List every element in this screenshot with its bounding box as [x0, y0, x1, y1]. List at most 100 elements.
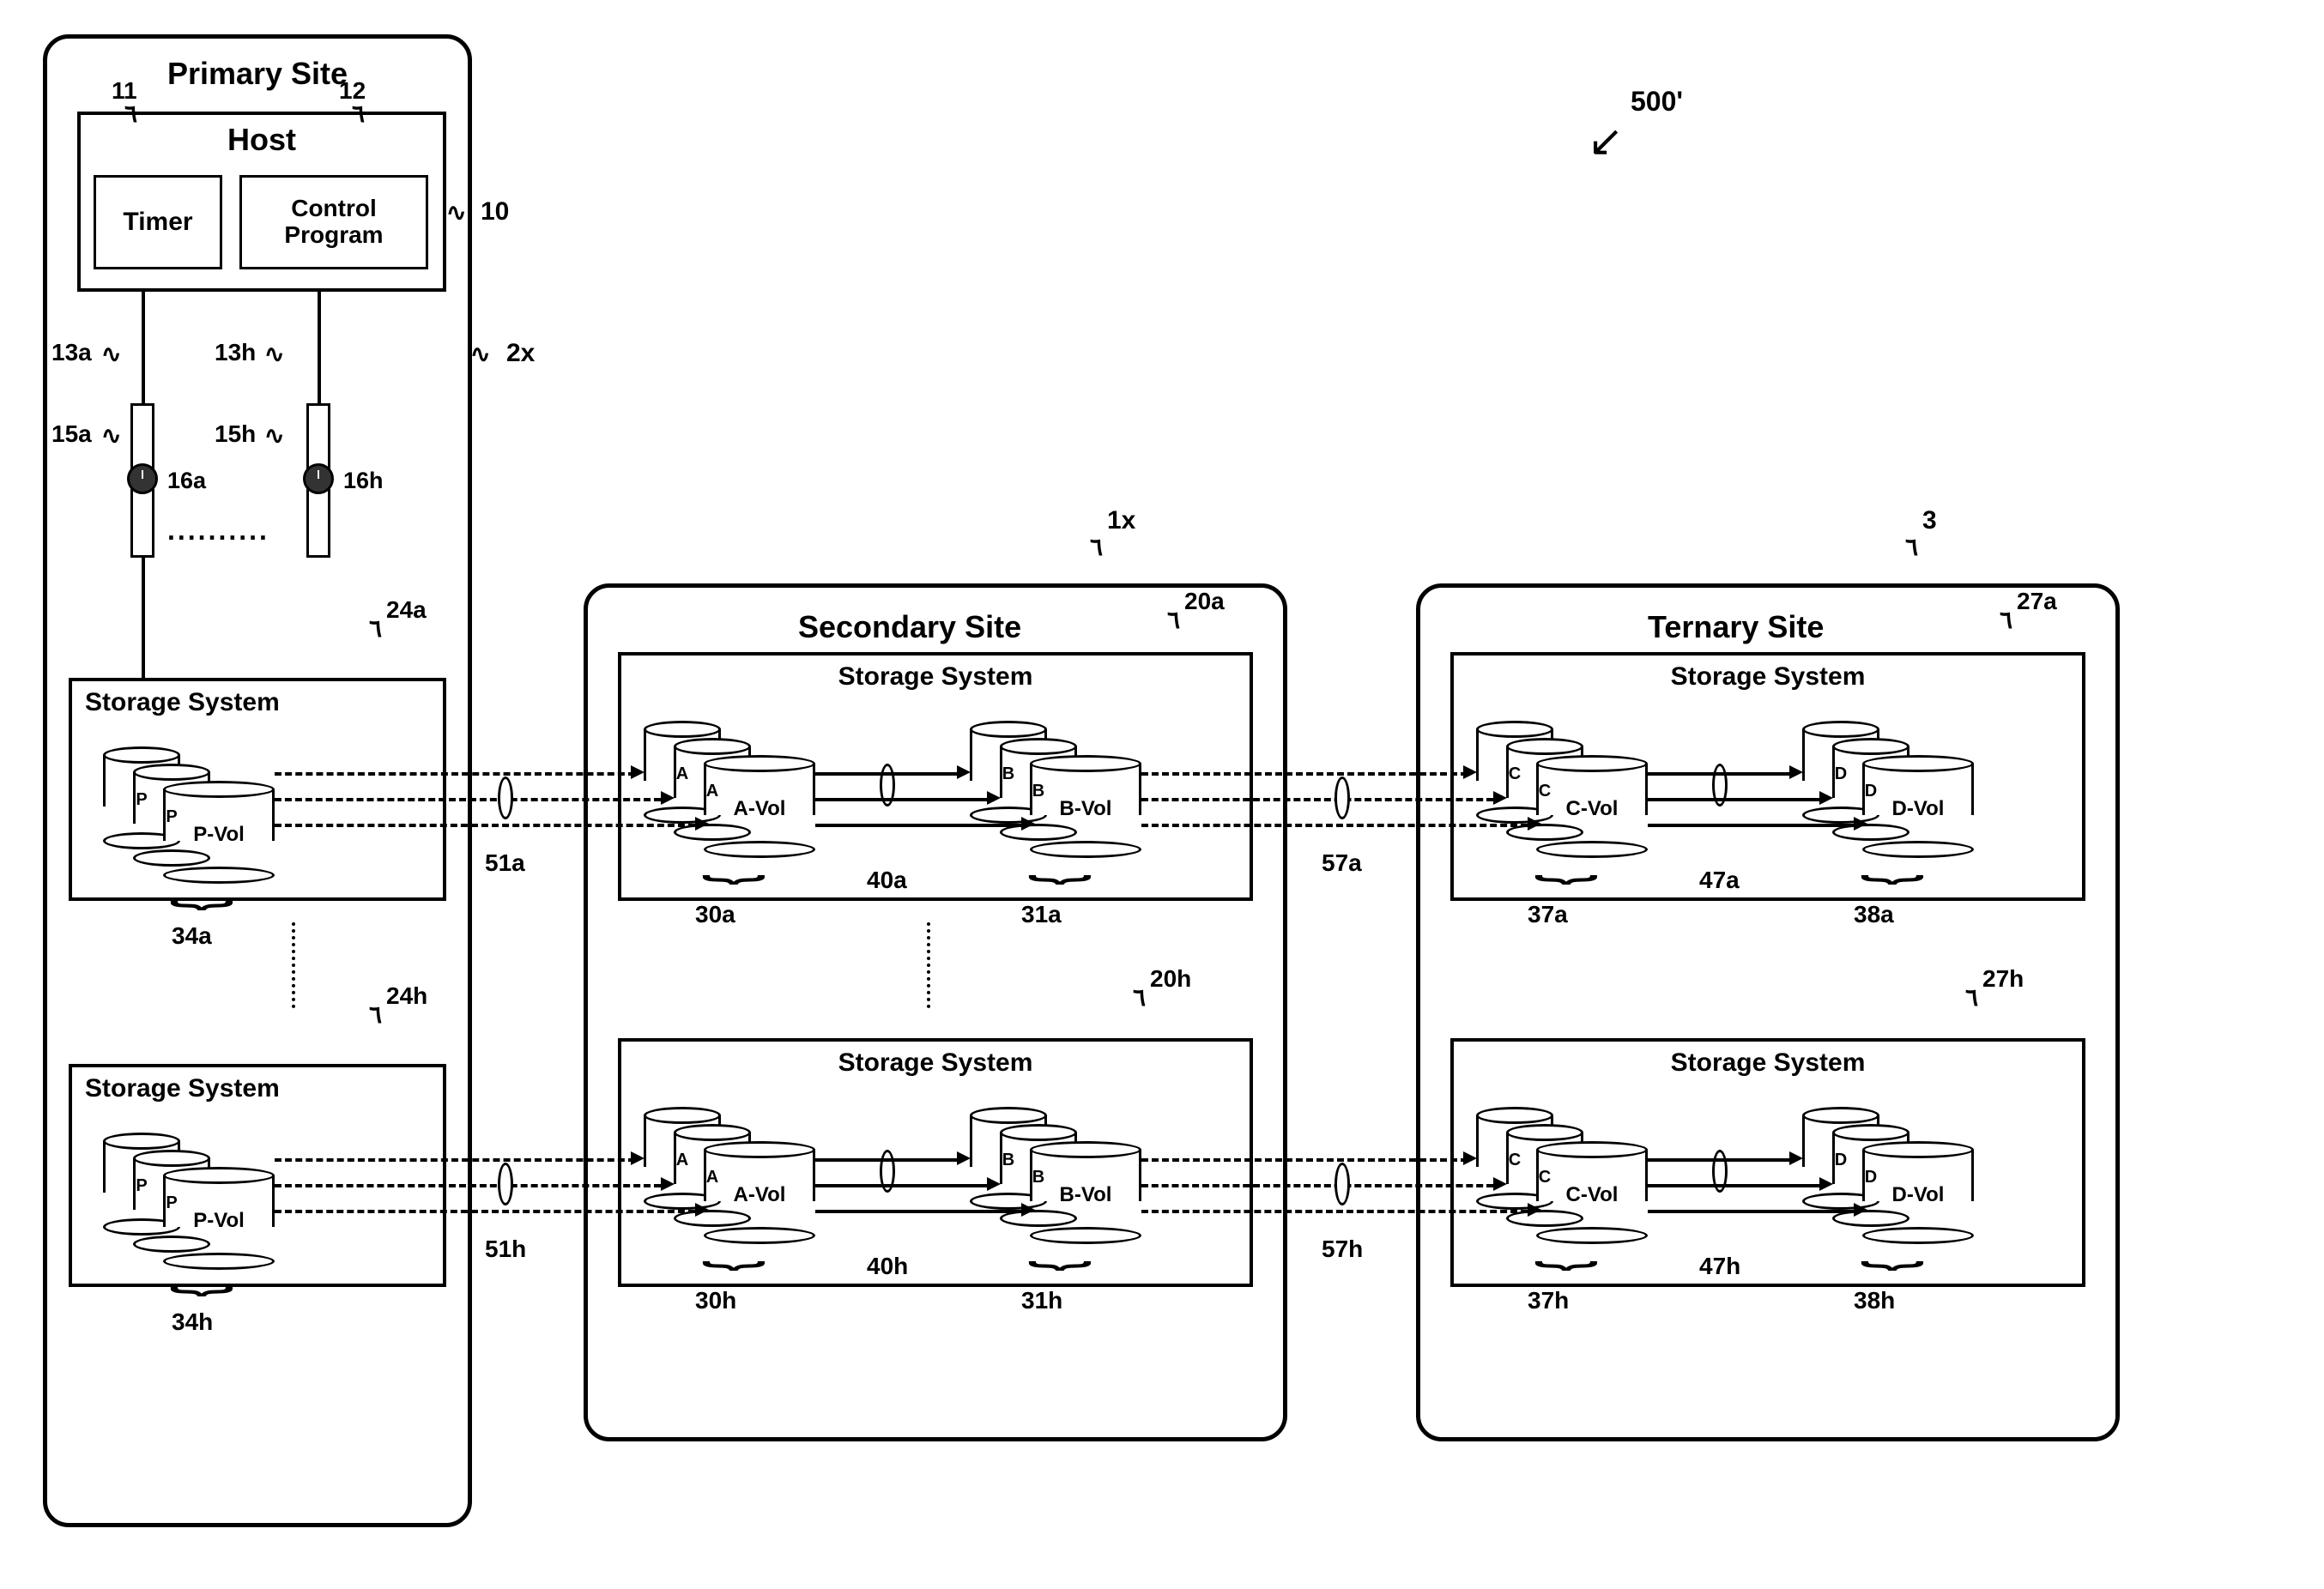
ref-57h: 57h: [1322, 1236, 1363, 1263]
dash-pa-h2: [275, 1184, 661, 1187]
secondary-site-title: Secondary Site: [798, 609, 1021, 645]
ah-cd-h3: [1854, 1203, 1867, 1217]
ellipse-57a: [1334, 776, 1350, 819]
brace-31h: ⏟: [1028, 1218, 1092, 1269]
ref-34a: 34a: [172, 922, 212, 950]
clock-16a: [127, 463, 158, 494]
brace-34a: ⏟: [170, 858, 234, 909]
ah-cd-a1: [1789, 765, 1803, 779]
primary-storage-h-title: Storage System: [85, 1074, 280, 1103]
squiggle-13h: ∿: [264, 347, 284, 362]
dash-bc-a3: [1141, 824, 1528, 827]
ah-cd-a3: [1854, 817, 1867, 831]
secondary-storage-a-title: Storage System: [838, 662, 1033, 692]
figure-ref-label: 500': [1631, 86, 1683, 118]
squiggle-24a: ٦: [369, 622, 382, 637]
ref-51a: 51a: [485, 849, 525, 877]
ref-51h: 51h: [485, 1236, 526, 1263]
ternary-site-title: Ternary Site: [1648, 609, 1824, 645]
squiggle-2x: ∿: [470, 347, 490, 362]
ref-47h: 47h: [1699, 1253, 1740, 1280]
brace-30h: ⏟: [702, 1218, 766, 1269]
ref-20h: 20h: [1150, 965, 1191, 993]
ref-31a: 31a: [1021, 901, 1062, 928]
ref-40h: 40h: [867, 1253, 908, 1280]
squiggle-3: ٦: [1905, 541, 1918, 555]
brace-38h: ⏟: [1861, 1218, 1925, 1269]
brace-30a: ⏟: [702, 832, 766, 883]
ref-24h: 24h: [386, 982, 427, 1010]
host-title: Host: [227, 122, 296, 158]
dash-bc-h3: [1141, 1210, 1528, 1213]
dash-pa-h1: [275, 1158, 635, 1162]
ref-47a: 47a: [1699, 867, 1740, 894]
squiggle-15h: ∿: [264, 429, 284, 444]
primary-storage-a-title: Storage System: [85, 688, 280, 717]
ellipse-51h: [498, 1163, 513, 1205]
squiggle-12: ٦: [352, 107, 365, 122]
clock-16h: [303, 463, 334, 494]
ah-ab-h3: [1021, 1203, 1035, 1217]
brace-31a: ⏟: [1028, 832, 1092, 883]
dash-bc-h2: [1141, 1184, 1493, 1187]
ah-ab-a3: [1021, 817, 1035, 831]
ref-30a: 30a: [695, 901, 735, 928]
dash-pa-a1: [275, 772, 635, 776]
ternary-storage-h-title: Storage System: [1671, 1048, 1866, 1078]
conn-h-line1: [318, 292, 321, 403]
timer-label: Timer: [123, 208, 192, 237]
ref-20a: 20a: [1184, 588, 1225, 615]
ternary-storage-a-title: Storage System: [1671, 662, 1866, 692]
ah-bc-h3: [1528, 1203, 1541, 1217]
dots-primary-storage: [292, 922, 295, 1008]
ref-38h: 38h: [1854, 1287, 1895, 1314]
ref-13h: 13h: [215, 339, 256, 366]
ref-24a: 24a: [386, 596, 427, 624]
dash-pa-a2: [275, 798, 661, 801]
ah-pa-a2: [661, 791, 675, 805]
squiggle-27h: ٦: [1965, 991, 1978, 1006]
ah-pa-h3: [695, 1203, 709, 1217]
ah-bc-h1: [1463, 1151, 1477, 1165]
dots-secondary-storage: [927, 922, 930, 1008]
ref-13a: 13a: [51, 339, 92, 366]
dash-bc-a1: [1141, 772, 1468, 776]
ah-ab-h2: [987, 1177, 1001, 1191]
ah-cd-h2: [1819, 1177, 1833, 1191]
ref-16a: 16a: [167, 468, 206, 494]
figure-ref-arrow: ↙: [1588, 116, 1624, 166]
ref-27h: 27h: [1982, 965, 2024, 993]
timer-box: Timer: [94, 175, 222, 269]
ah-ab-a2: [987, 791, 1001, 805]
ref-57a: 57a: [1322, 849, 1362, 877]
ref-38a: 38a: [1854, 901, 1894, 928]
squiggle-20a: ٦: [1167, 613, 1180, 628]
ref-3: 3: [1922, 506, 1937, 535]
ref-27a: 27a: [2017, 588, 2057, 615]
squiggle-24h: ٦: [369, 1008, 382, 1023]
ref-31h: 31h: [1021, 1287, 1062, 1314]
ah-bc-h2: [1493, 1177, 1507, 1191]
dash-bc-h1: [1141, 1158, 1468, 1162]
ah-ab-a1: [957, 765, 971, 779]
host-box: Host Timer Control Program: [77, 112, 446, 292]
ah-pa-h2: [661, 1177, 675, 1191]
ellipse-57h: [1334, 1163, 1350, 1205]
squiggle-13a: ∿: [101, 347, 121, 362]
ah-bc-a1: [1463, 765, 1477, 779]
primary-site-title: Primary Site: [159, 56, 356, 92]
ref-37h: 37h: [1528, 1287, 1569, 1314]
ah-bc-a2: [1493, 791, 1507, 805]
squiggle-10: ∿: [446, 206, 466, 221]
brace-37a: ⏟: [1534, 832, 1599, 883]
squiggle-1x: ٦: [1090, 541, 1103, 555]
ref-34h: 34h: [172, 1308, 213, 1336]
brace-37h: ⏟: [1534, 1218, 1599, 1269]
ah-pa-a3: [695, 817, 709, 831]
ref-37a: 37a: [1528, 901, 1568, 928]
ref-30h: 30h: [695, 1287, 736, 1314]
squiggle-15a: ∿: [101, 429, 121, 444]
secondary-storage-h-title: Storage System: [838, 1048, 1033, 1078]
ah-cd-h1: [1789, 1151, 1803, 1165]
brace-34h: ⏟: [170, 1244, 234, 1295]
